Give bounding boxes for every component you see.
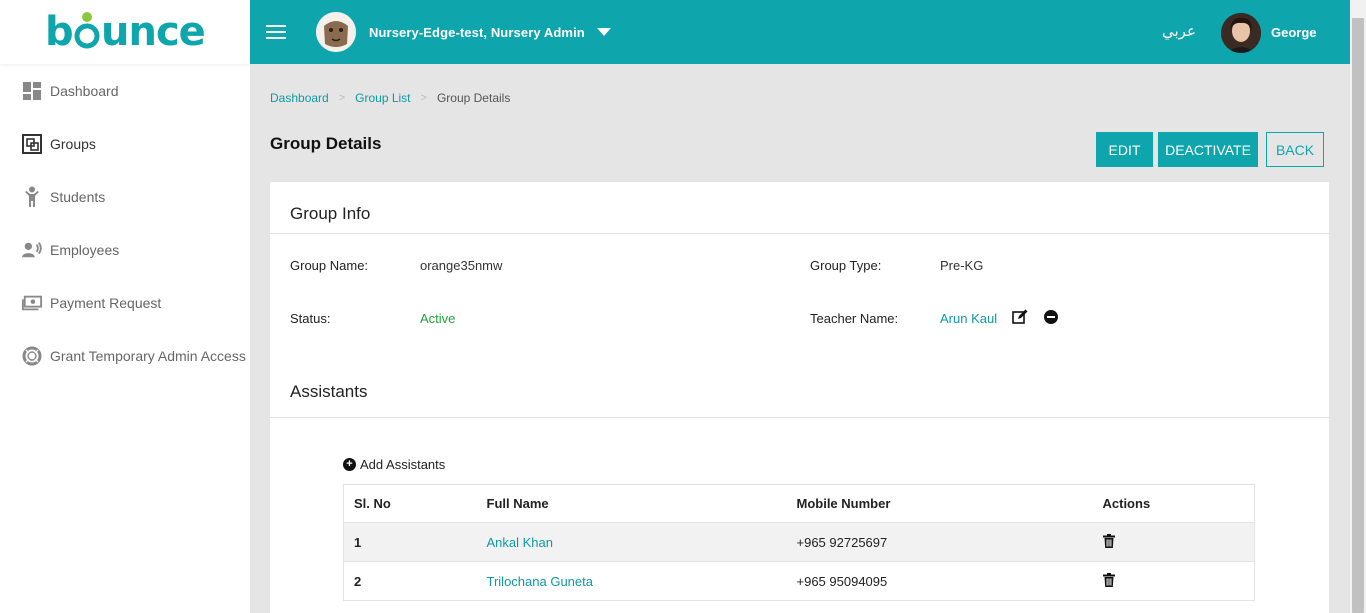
student-icon <box>22 186 42 207</box>
actions-cell <box>1092 522 1255 562</box>
language-toggle[interactable]: عربي <box>1162 22 1196 40</box>
status-label: Status: <box>290 311 331 326</box>
group-name-label: Group Name: <box>290 258 369 273</box>
top-navbar: Nursery-Edge-test, Nursery Admin عربي Ge… <box>250 0 1350 64</box>
table-row: 1 Ankal Khan +965 92725697 <box>343 522 1255 562</box>
row-number: 1 <box>343 522 477 562</box>
remove-teacher-icon[interactable] <box>1044 310 1058 324</box>
sidebar-nav: Dashboard Groups Students Employees Paym… <box>0 64 250 382</box>
plus-circle-icon: + <box>343 458 356 471</box>
bounce-logo[interactable]: b unce <box>0 0 250 64</box>
assistants-title: Assistants <box>290 382 368 401</box>
group-type-value: Pre-KG <box>940 258 984 273</box>
sidebar-item-grant-admin-access[interactable]: Grant Temporary Admin Access <box>0 329 250 382</box>
column-header-actions: Actions <box>1092 484 1255 523</box>
sidebar-item-label: Payment Request <box>50 294 162 311</box>
teacher-name-link[interactable]: Arun Kaul <box>940 311 997 326</box>
groups-icon <box>22 133 42 154</box>
org-avatar[interactable] <box>316 12 356 52</box>
sidebar-item-label: Grant Temporary Admin Access <box>50 347 246 364</box>
full-name-cell: Trilochana Guneta <box>476 561 787 601</box>
chevron-right-icon: > <box>420 92 427 104</box>
table-row: 2 Trilochana Guneta +965 95094095 <box>343 561 1255 601</box>
sidebar-item-label: Groups <box>50 135 96 152</box>
page-scrollbar[interactable] <box>1350 0 1366 613</box>
trash-icon[interactable] <box>1102 572 1115 590</box>
svg-text:unce: unce <box>101 9 205 55</box>
assistant-name-link[interactable]: Trilochana Guneta <box>487 574 593 589</box>
group-name-value: orange35nmw <box>420 258 503 273</box>
assistants-table: Sl. No Full Name Mobile Number Actions 1… <box>343 484 1255 601</box>
sidebar-item-dashboard[interactable]: Dashboard <box>0 64 250 117</box>
back-button[interactable]: BACK <box>1266 132 1324 167</box>
sidebar-item-label: Students <box>50 188 106 205</box>
user-name[interactable]: George <box>1271 25 1317 40</box>
org-name[interactable]: Nursery-Edge-test, Nursery Admin <box>369 25 585 40</box>
hamburger-menu-icon[interactable] <box>266 21 286 43</box>
sidebar-item-students[interactable]: Students <box>0 170 250 223</box>
divider <box>270 417 1329 418</box>
add-assistants-button[interactable]: + Add Assistants <box>343 457 445 472</box>
teacher-name-label: Teacher Name: <box>810 311 899 326</box>
payment-icon <box>22 293 42 313</box>
divider <box>270 233 1329 234</box>
scrollbar-thumb[interactable] <box>1352 18 1364 613</box>
sidebar-item-label: Employees <box>50 241 120 258</box>
breadcrumb: Dashboard > Group List > Group Details <box>270 91 510 105</box>
row-number: 2 <box>343 561 477 601</box>
lifebuoy-icon <box>22 346 42 366</box>
column-header-sl-no[interactable]: Sl. No <box>343 484 477 523</box>
column-header-mobile[interactable]: Mobile Number <box>786 484 1093 523</box>
edit-button[interactable]: EDIT <box>1096 132 1153 167</box>
employees-icon <box>22 240 42 260</box>
status-value: Active <box>420 311 456 326</box>
svg-text:b: b <box>45 9 73 55</box>
breadcrumb-group-list[interactable]: Group List <box>355 91 410 105</box>
page-title: Group Details <box>270 134 382 153</box>
actions-cell <box>1092 561 1255 601</box>
sidebar-item-groups[interactable]: Groups <box>0 117 250 170</box>
mobile-cell: +965 92725697 <box>786 522 1093 562</box>
group-type-label: Group Type: <box>810 258 882 273</box>
full-name-cell: Ankal Khan <box>476 522 787 562</box>
column-header-full-name[interactable]: Full Name <box>476 484 787 523</box>
sidebar-item-employees[interactable]: Employees <box>0 223 250 276</box>
group-info-title: Group Info <box>290 204 371 223</box>
add-assistants-label: Add Assistants <box>360 457 446 472</box>
breadcrumb-current: Group Details <box>436 91 511 105</box>
trash-icon[interactable] <box>1102 533 1115 551</box>
chevron-right-icon: > <box>338 92 346 104</box>
group-details-card: Group Info Group Name: orange35nmw Group… <box>270 182 1329 613</box>
dashboard-icon <box>22 81 42 101</box>
sidebar: b unce Dashboard Groups Students Employe… <box>0 0 250 613</box>
edit-teacher-icon[interactable] <box>1012 309 1028 325</box>
user-avatar[interactable] <box>1221 13 1261 53</box>
sidebar-item-label: Dashboard <box>50 82 119 99</box>
chevron-down-icon[interactable] <box>596 28 611 36</box>
assistant-name-link[interactable]: Ankal Khan <box>487 535 554 550</box>
breadcrumb-dashboard[interactable]: Dashboard <box>270 91 329 105</box>
sidebar-item-payment-request[interactable]: Payment Request <box>0 276 250 329</box>
deactivate-button[interactable]: DEACTIVATE <box>1158 132 1258 167</box>
mobile-cell: +965 95094095 <box>786 561 1093 601</box>
